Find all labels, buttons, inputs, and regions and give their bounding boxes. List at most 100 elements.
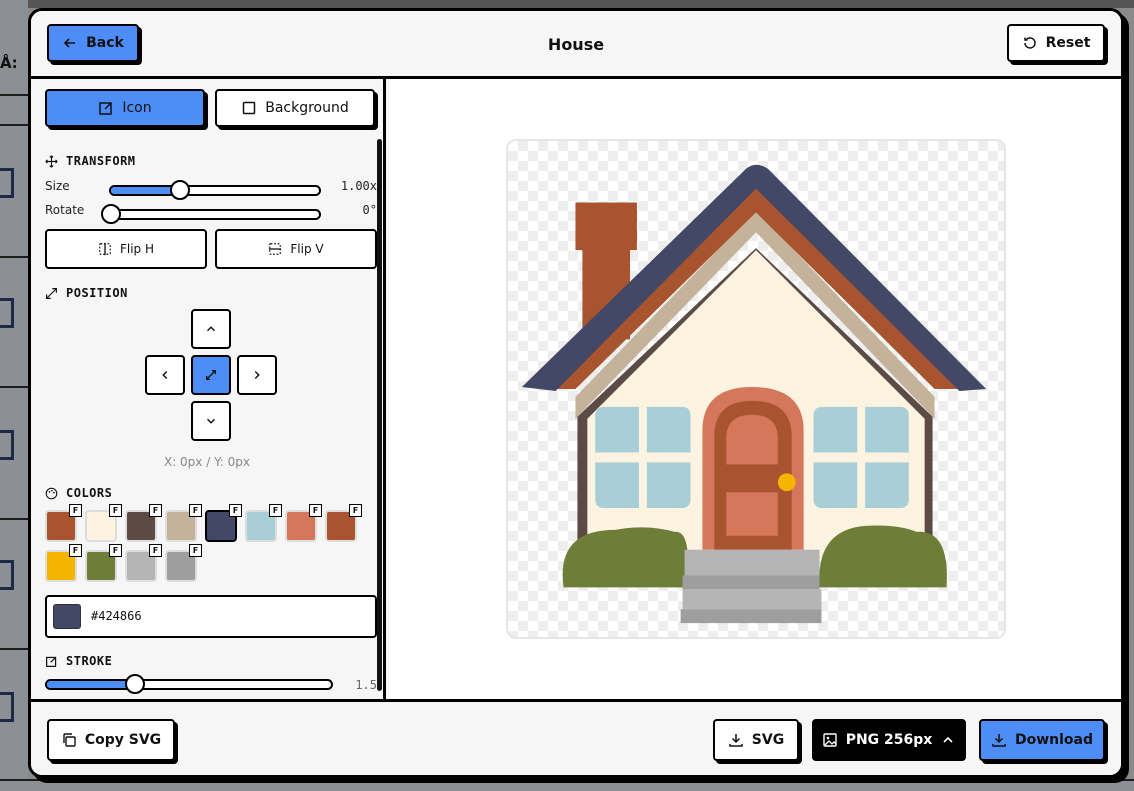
size-slider-track[interactable] [109,185,321,196]
fill-badge: F [149,544,162,557]
flip-v-button[interactable]: Flip V [215,229,377,269]
stroke-slider-track[interactable] [45,679,333,690]
preview-canvas [506,139,1006,639]
rotate-slider-track[interactable] [109,209,321,220]
panel-scrollbar[interactable] [377,139,382,691]
settings-panel: Icon Background TRANSFORM Size 1.00x Rot… [31,79,386,699]
fill-badge: F [189,544,202,557]
chevron-left-icon [162,371,168,379]
backdrop-left-strip [0,0,28,791]
move-down-button[interactable] [191,401,231,441]
flip-h-label: Flip H [119,242,155,256]
png-size-dropdown[interactable]: PNG 256px [812,719,966,761]
flip-v-label: Flip V [290,242,324,256]
fill-badge: F [69,504,82,517]
tab-background-label: Background [265,100,349,116]
backdrop-house-icon [0,298,14,328]
backdrop-house-icon [0,430,14,460]
tab-background[interactable]: Background [215,89,375,127]
chevron-down-icon [207,418,215,424]
step-middle [682,575,820,590]
size-value: 1.00x [340,179,377,193]
position-section: POSITION [45,286,128,300]
move-right-button[interactable] [237,355,277,395]
edit-icon [99,102,113,115]
colors-label: COLORS [66,486,113,500]
chevron-right-icon [254,371,260,379]
png-label: PNG 256px [845,732,933,748]
door-upper-panel [726,414,778,465]
window-right-transom [813,452,909,463]
rotate-value: 0° [362,203,377,217]
backdrop-divider [0,94,28,96]
download-label: Download [1014,732,1094,748]
fill-badge: F [309,504,322,517]
window-left-transom [595,452,691,463]
position-coordinates: X: 0px / Y: 0px [163,455,251,469]
backdrop-bottom-strip [0,779,1134,791]
step-bottom [682,589,822,610]
icon-editor-modal: Back House Reset Icon Background TRANSFO… [28,8,1124,778]
door-lower-panel [726,492,778,536]
transform-section: TRANSFORM [45,154,136,168]
fill-badge: F [229,504,242,517]
tab-icon[interactable]: Icon [45,89,205,127]
download-button[interactable]: Download [979,719,1105,761]
preview-area [389,79,1121,699]
chevron-up-icon [943,736,953,743]
fill-badge: F [269,504,282,517]
backdrop-divider [0,124,28,126]
copy-svg-button[interactable]: Copy SVG [47,719,175,761]
chevron-up-icon [207,326,215,332]
page-title: House [547,35,605,54]
house-illustration [521,164,987,624]
backdrop-label: Å: [0,54,18,72]
fill-badge: F [69,544,82,557]
download-icon [992,734,1006,747]
move-left-button[interactable] [145,355,185,395]
fill-badge: F [109,544,122,557]
maximize-icon [46,287,57,299]
door-knob [777,473,796,492]
step-base [680,609,822,624]
reset-button[interactable]: Reset [1007,24,1105,62]
bush-right [819,525,947,588]
step-top [684,549,820,576]
backdrop-divider [0,386,28,388]
selected-color-chip [53,604,81,629]
size-label: Size [45,179,70,193]
copy-svg-label: Copy SVG [84,732,162,748]
hex-color-field[interactable]: #424866 [45,595,377,638]
modal-footer: Copy SVG SVG PNG 256px Download [31,699,1121,775]
center-position-button[interactable] [191,355,231,395]
stroke-slider-thumb[interactable] [125,674,145,694]
download-svg-button[interactable]: SVG [713,719,799,761]
backdrop-house-icon [0,168,14,198]
square-icon [242,101,256,115]
tab-icon-label: Icon [122,100,152,116]
size-slider-thumb[interactable] [170,180,190,200]
stroke-label: STROKE [66,654,113,668]
move-up-button[interactable] [191,309,231,349]
position-label: POSITION [66,286,128,300]
stroke-value: 1.5 [355,678,377,692]
fill-badge: F [149,504,162,517]
backdrop-divider [0,256,28,258]
rotate-label: Rotate [45,203,85,217]
backdrop-divider [0,648,28,650]
flip-horizontal-icon [99,242,111,256]
palette-icon [45,487,58,499]
backdrop-divider [0,518,28,520]
fill-badge: F [109,504,122,517]
backdrop-house-icon [0,692,14,722]
flip-h-button[interactable]: Flip H [45,229,207,269]
colors-section: COLORS [45,486,112,500]
svg-label: SVG [751,732,785,748]
image-icon [822,733,837,747]
edit-icon [46,656,57,667]
flip-vertical-icon [269,243,282,255]
stroke-slider-fill [47,681,135,688]
transform-label: TRANSFORM [66,154,136,168]
fill-badge: F [349,504,362,517]
rotate-slider-thumb[interactable] [101,204,121,224]
